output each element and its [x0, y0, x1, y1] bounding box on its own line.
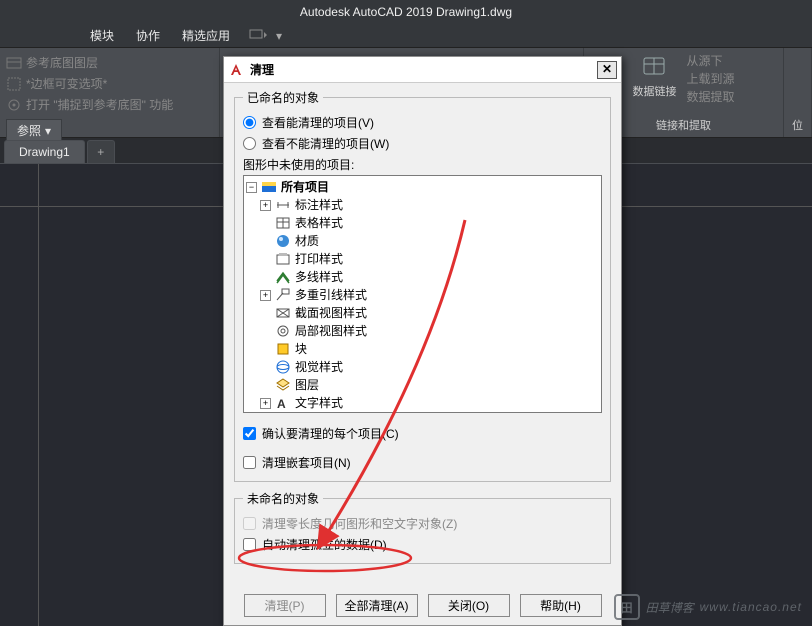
tree-expand-icon[interactable]: +	[260, 398, 271, 409]
group-named-legend: 已命名的对象	[243, 89, 323, 106]
svg-text:A: A	[277, 397, 286, 411]
checkbox-nested-input[interactable]	[243, 456, 256, 469]
dimstyle-icon	[275, 197, 291, 213]
block-icon	[275, 341, 291, 357]
group-unnamed-objects: 未命名的对象 清理零长度几何图形和空文字对象(Z) 自动清理孤立的数据(D)	[234, 490, 611, 564]
watermark-cn: 田草博客	[646, 599, 694, 616]
document-tab-active[interactable]: Drawing1	[4, 140, 85, 163]
chevron-down-icon: ▾	[45, 124, 51, 138]
ribbon-tab-featured[interactable]: 精选应用	[172, 24, 240, 48]
tree-collapse-icon[interactable]: −	[246, 182, 257, 193]
ribbon-tab-module[interactable]: 模块	[80, 24, 124, 48]
plotstyle-icon	[275, 251, 291, 267]
radio-view-purgeable-input[interactable]	[243, 116, 256, 129]
textstyle-icon: A	[275, 395, 291, 411]
checkbox-orphan-data-input[interactable]	[243, 538, 256, 551]
purge-all-button[interactable]: 全部清理(A)	[336, 594, 418, 617]
close-button[interactable]: 关闭(O)	[428, 594, 510, 617]
ribbon-panel-reference: 参考底图图层 *边框可变选项* 打开 "捕捉到参考底图" 功能 参照 ▾	[0, 48, 220, 137]
mleaderstyle-icon	[275, 287, 291, 303]
ribbon-dropdown-icon[interactable]: ▾	[276, 29, 282, 43]
checkbox-orphan-data[interactable]: 自动清理孤立的数据(D)	[243, 534, 602, 555]
checkbox-confirm-each[interactable]: 确认要清理的每个项目(C)	[243, 423, 602, 444]
ribbon-item-frame-option[interactable]: *边框可变选项*	[6, 73, 213, 94]
ribbon-item-upload-source[interactable]: 上载到源	[686, 70, 734, 87]
watermark-url: www.tiancao.net	[700, 600, 802, 614]
tree-label: 图形中未使用的项目:	[243, 156, 602, 173]
ribbon-btn-datalink[interactable]: 数据链接	[632, 52, 676, 105]
checkbox-zero-length: 清理零长度几何图形和空文字对象(Z)	[243, 513, 602, 534]
checkbox-zero-length-input	[243, 517, 256, 530]
ribbon-tab-collab[interactable]: 协作	[126, 24, 170, 48]
ribbon-panel-extra: 位	[784, 48, 812, 137]
tree-expand-icon[interactable]: +	[260, 290, 271, 301]
ribbon-item-extract[interactable]: 数据提取	[686, 88, 734, 105]
ribbon-item-snap-underlay[interactable]: 打开 "捕捉到参考底图" 功能	[6, 94, 213, 115]
sectionview-icon	[275, 305, 291, 321]
autocad-app-icon	[228, 62, 244, 78]
checkbox-confirm-each-input[interactable]	[243, 427, 256, 440]
ribbon-item-underlay-layer[interactable]: 参考底图图层	[6, 52, 213, 73]
dialog-button-row: 清理(P) 全部清理(A) 关闭(O) 帮助(H)	[224, 586, 621, 625]
document-tab-add[interactable]: +	[87, 140, 115, 163]
visualstyle-icon	[275, 359, 291, 375]
crosshair-vertical	[38, 164, 39, 626]
radio-view-unpurgeable-input[interactable]	[243, 137, 256, 150]
ribbon-panel-reference-expand[interactable]: 参照 ▾	[6, 119, 62, 142]
tree-expand-icon[interactable]: +	[260, 200, 271, 211]
app-titlebar: Autodesk AutoCAD 2019 Drawing1.dwg	[0, 0, 812, 24]
purge-dialog: 清理 ✕ 已命名的对象 查看能清理的项目(V) 查看不能清理的项目(W) 图形中…	[223, 56, 622, 626]
radio-view-purgeable[interactable]: 查看能清理的项目(V)	[243, 112, 602, 133]
mline-icon	[275, 269, 291, 285]
purge-button[interactable]: 清理(P)	[244, 594, 326, 617]
radio-view-unpurgeable[interactable]: 查看不能清理的项目(W)	[243, 133, 602, 154]
app-title: Autodesk AutoCAD 2019 Drawing1.dwg	[300, 5, 512, 19]
dialog-title: 清理	[250, 61, 597, 78]
tree-root-label[interactable]: 所有项目	[279, 178, 329, 196]
checkbox-nested[interactable]: 清理嵌套项目(N)	[243, 452, 602, 473]
group-named-objects: 已命名的对象 查看能清理的项目(V) 查看不能清理的项目(W) 图形中未使用的项…	[234, 89, 611, 482]
tree-root-icon	[261, 179, 277, 195]
dialog-body: 已命名的对象 查看能清理的项目(V) 查看不能清理的项目(W) 图形中未使用的项…	[224, 83, 621, 586]
dialog-close-button[interactable]: ✕	[597, 61, 617, 79]
watermark: 田 田草博客 www.tiancao.net	[614, 594, 802, 620]
watermark-logo: 田	[614, 594, 640, 620]
ribbon-overflow-icon[interactable]	[248, 28, 268, 43]
material-icon	[275, 233, 291, 249]
ribbon-item-from-source[interactable]: 从源下	[686, 52, 734, 69]
purge-tree[interactable]: − 所有项目 +标注样式 表格样式 材质 打印样式 多线样式 +多重引线样式 截…	[243, 175, 602, 413]
ribbon-tab-strip: 模块 协作 精选应用 ▾	[0, 24, 812, 48]
detailview-icon	[275, 323, 291, 339]
group-unnamed-legend: 未命名的对象	[243, 490, 323, 507]
help-button[interactable]: 帮助(H)	[520, 594, 602, 617]
layer-icon	[275, 377, 291, 393]
dialog-titlebar[interactable]: 清理 ✕	[224, 57, 621, 83]
tablestyle-icon	[275, 215, 291, 231]
